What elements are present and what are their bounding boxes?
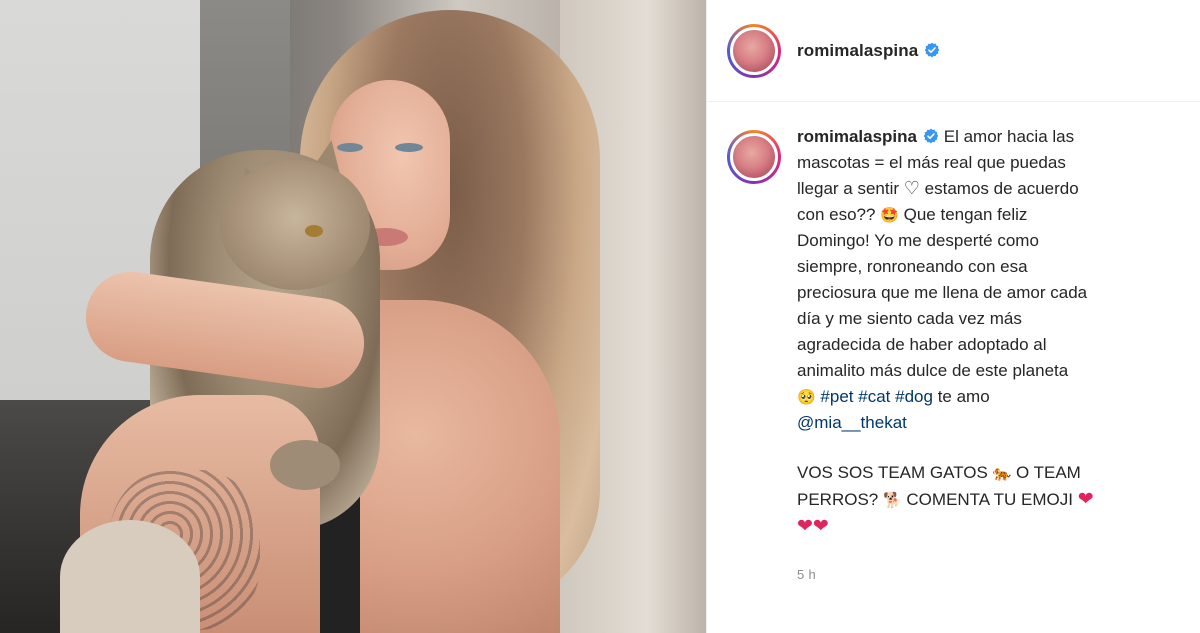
cat-eye (305, 225, 323, 237)
mention-link[interactable]: @mia__thekat (797, 413, 907, 432)
tiger-emoji-icon: 🐅 (992, 464, 1012, 482)
caption-line: día y me siento cada vez más (797, 309, 1022, 328)
post-header: romimalaspina (707, 0, 1200, 102)
post-sidebar: romimalaspina romimalaspina El amor haci… (706, 0, 1200, 633)
caption: romimalaspina El amor hacia las mascotas… (727, 124, 1187, 588)
caption-line: Domingo! Yo me desperté como (797, 231, 1039, 250)
caption-after-tags: te amo (937, 387, 990, 406)
avatar[interactable] (727, 23, 781, 78)
cat-head (220, 160, 370, 290)
heart-outline-icon: ♡ (903, 178, 920, 199)
caption-avatar[interactable] (727, 130, 781, 184)
cat-tail-fluff (60, 520, 200, 633)
caption-line: El amor hacia las (943, 127, 1075, 146)
caption-line: siempre, ronroneando con esa (797, 257, 1028, 276)
caption-line: VOS SOS TEAM GATOS (797, 463, 988, 482)
caption-text: romimalaspina El amor hacia las mascotas… (797, 124, 1157, 588)
avatar-image (730, 133, 778, 181)
verified-badge-icon (923, 128, 939, 144)
username[interactable]: romimalaspina (797, 41, 940, 61)
caption-line: mascotas = el más real que puedas (797, 153, 1066, 172)
caption-line: O TEAM (1015, 463, 1081, 482)
caption-line: preciosura que me llena de amor cada (797, 283, 1088, 302)
star-eyes-emoji-icon: 🤩 (880, 206, 899, 224)
cat-paw (270, 440, 340, 490)
caption-second-paragraph: VOS SOS TEAM GATOS 🐅 O TEAM PERROS? 🐕 CO… (797, 460, 1157, 540)
hashtag-cat[interactable]: #cat (858, 387, 890, 406)
caption-line: animalito más dulce de este planeta (797, 361, 1069, 380)
caption-line: Que tengan feliz (903, 205, 1028, 224)
caption-line: llegar a sentir (797, 179, 900, 198)
woman-eye (395, 143, 423, 152)
caption-username[interactable]: romimalaspina (797, 127, 917, 146)
username-text[interactable]: romimalaspina (797, 41, 918, 60)
post-photo[interactable] (0, 0, 706, 633)
dog-emoji-icon: 🐕 (882, 491, 902, 509)
verified-badge-icon (924, 42, 940, 57)
pleading-emoji-icon: 🥺 (797, 388, 816, 406)
caption-line: estamos de acuerdo (924, 179, 1079, 198)
caption-line: COMENTA TU EMOJI (906, 490, 1073, 509)
caption-line: PERROS? (797, 490, 879, 509)
red-heart-icon: ❤ (812, 515, 829, 537)
hashtag-pet[interactable]: #pet (820, 387, 853, 406)
red-heart-icon: ❤ (1077, 488, 1094, 510)
post-timestamp[interactable]: 5 h (797, 562, 1157, 588)
avatar-image (730, 26, 778, 75)
caption-line: agradecida de haber adoptado al (797, 335, 1047, 354)
hashtag-dog[interactable]: #dog (895, 387, 933, 406)
red-heart-icon: ❤ (797, 515, 813, 537)
caption-line: con eso?? (797, 205, 876, 224)
